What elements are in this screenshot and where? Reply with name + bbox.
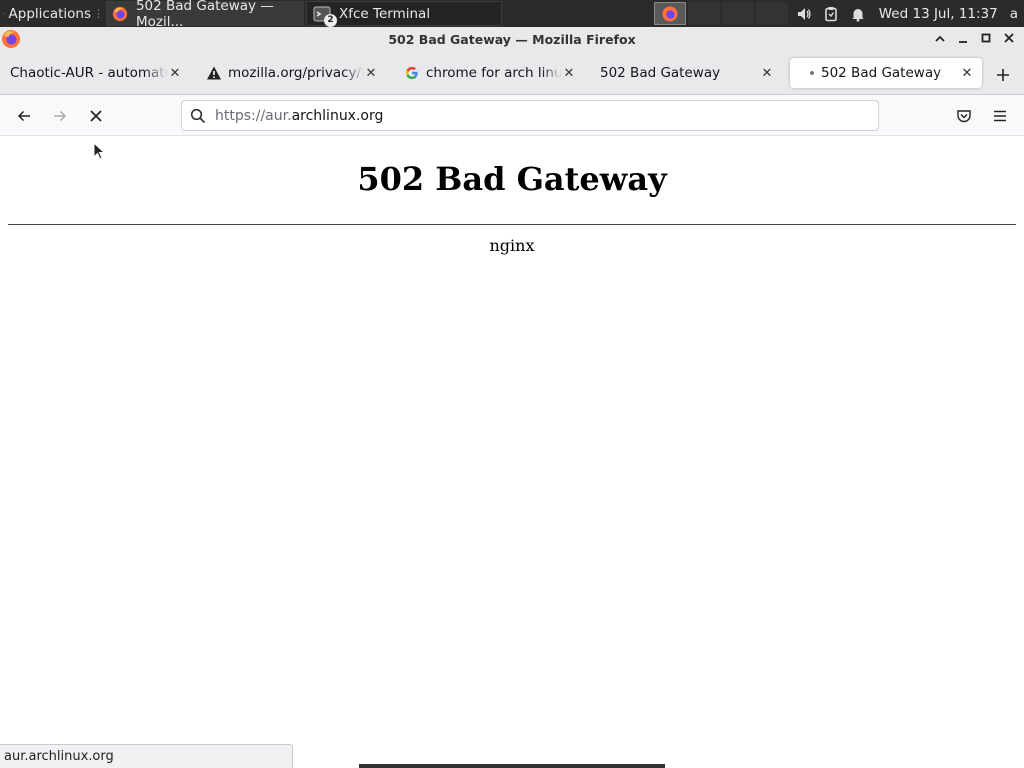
window-titlebar: 502 Bad Gateway — Mozilla Firefox	[0, 27, 1024, 51]
tab-label: Chaotic-AUR - automated	[10, 65, 168, 81]
server-signature: nginx	[489, 236, 535, 255]
firefox-icon	[2, 30, 20, 48]
arrow-left-icon	[17, 110, 30, 122]
tab-strip: Chaotic-AUR - automated ✕ mozilla.org/pr…	[0, 51, 1024, 95]
page-content: 502 Bad Gateway nginx	[0, 136, 1024, 768]
tab-502-bad-gateway[interactable]: 502 Bad Gateway ✕	[600, 58, 782, 88]
window-controls	[928, 27, 1020, 51]
minimize-window-button[interactable]	[951, 32, 974, 47]
xfce-panel: Applications ⋮ 502 Bad Gateway — Mozil..…	[0, 0, 1024, 30]
pocket-button[interactable]	[950, 102, 978, 130]
taskbar-item-label: Xfce Terminal	[339, 5, 431, 22]
google-icon	[404, 65, 420, 81]
new-tab-button[interactable]	[990, 63, 1016, 87]
navigation-toolbar: https://aur.archlinux.org	[0, 95, 1024, 136]
firefox-icon	[112, 6, 128, 21]
user-menu[interactable]: a	[1010, 6, 1018, 22]
shade-window-button[interactable]	[928, 32, 951, 47]
page-heading: 502 Bad Gateway	[357, 160, 667, 198]
back-button[interactable]	[10, 102, 38, 130]
applications-menu-button[interactable]: Applications ⋮	[0, 0, 104, 27]
pocket-icon	[957, 110, 971, 123]
maximize-window-button[interactable]	[974, 32, 997, 47]
stop-x-icon	[90, 110, 102, 122]
warning-icon	[206, 65, 222, 81]
stop-loading-button[interactable]	[82, 102, 110, 130]
address-bar[interactable]: https://aur.archlinux.org	[181, 100, 879, 131]
notification-bell-icon[interactable]	[850, 6, 866, 22]
tab-502-bad-gateway-active[interactable]: 502 Bad Gateway ✕	[790, 58, 982, 88]
xfce-logo-icon	[3, 12, 6, 15]
close-tab-icon[interactable]: ✕	[958, 64, 976, 82]
url-domain: archlinux.org	[291, 107, 384, 124]
tab-label: mozilla.org/privacy/firefox	[228, 65, 364, 81]
close-tab-icon[interactable]: ✕	[166, 64, 184, 82]
workspace-switcher-4[interactable]	[756, 2, 788, 25]
window-title: 502 Bad Gateway — Mozilla Firefox	[388, 31, 636, 47]
terminal-icon: 2	[313, 5, 337, 27]
window-count-badge: 2	[324, 13, 337, 27]
status-panel: aur.archlinux.org	[0, 744, 293, 768]
workspace-switcher-active[interactable]	[654, 2, 686, 25]
mouse-pointer-icon	[93, 142, 105, 160]
url-text[interactable]: https://aur.archlinux.org	[215, 108, 383, 124]
volume-icon[interactable]	[796, 6, 812, 22]
hamburger-menu-icon	[994, 110, 1006, 122]
taskbar-item-label: 502 Bad Gateway — Mozil...	[135, 0, 274, 30]
loading-dot-icon	[808, 65, 816, 81]
applications-label: Applications	[8, 5, 91, 22]
panel-clock[interactable]: Wed 13 Jul, 11:37	[879, 6, 998, 22]
close-tab-icon[interactable]: ✕	[560, 64, 578, 82]
tab-label: 502 Bad Gateway	[600, 65, 721, 81]
plus-icon	[997, 69, 1009, 81]
system-tray: Wed 13 Jul, 11:37 a	[796, 0, 1024, 27]
panel-separator: ⋮	[93, 7, 104, 20]
tab-chaotic-aur[interactable]: Chaotic-AUR - automated ✕	[10, 58, 190, 88]
taskbar-item-firefox[interactable]: 502 Bad Gateway — Mozil...	[106, 0, 304, 30]
close-tab-icon[interactable]: ✕	[362, 64, 380, 82]
tab-label: 502 Bad Gateway	[821, 65, 942, 81]
search-icon	[190, 108, 206, 123]
url-scheme-subdomain: https://aur.	[215, 107, 292, 124]
workspace-switcher-3[interactable]	[722, 2, 754, 25]
tab-chrome-search[interactable]: chrome for arch linux ✕	[404, 58, 584, 88]
app-menu-button[interactable]	[986, 102, 1014, 130]
horizontal-rule	[8, 224, 1016, 225]
tab-label: chrome for arch linux	[426, 65, 562, 81]
close-tab-icon[interactable]: ✕	[758, 64, 776, 82]
arrow-right-icon	[54, 110, 67, 122]
forward-button[interactable]	[46, 102, 74, 130]
workspace-switcher-2[interactable]	[688, 2, 720, 25]
firefox-icon	[662, 6, 678, 21]
horizontal-scroll-indicator[interactable]	[359, 764, 665, 768]
taskbar-item-terminal[interactable]: 2 Xfce Terminal	[306, 1, 502, 27]
close-window-button[interactable]	[997, 32, 1020, 47]
clipboard-icon[interactable]	[823, 6, 839, 22]
tab-mozilla-privacy[interactable]: mozilla.org/privacy/firefox ✕	[206, 58, 386, 88]
